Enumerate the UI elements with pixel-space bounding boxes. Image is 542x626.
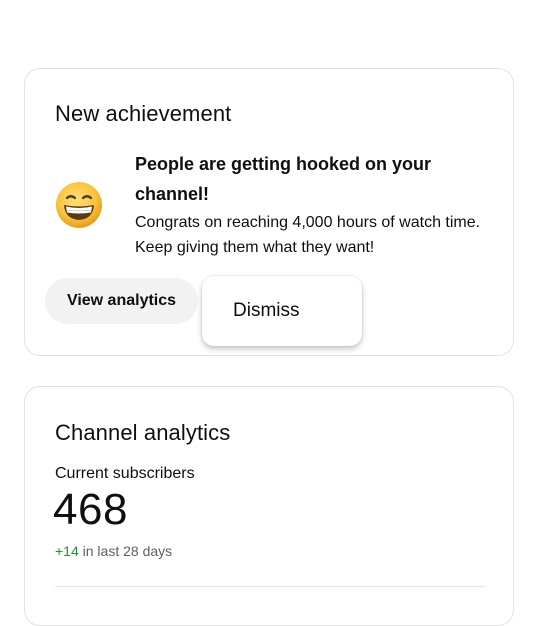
achievement-card: New achievement People are getting hooke… (24, 68, 514, 356)
view-analytics-button[interactable]: View analytics (45, 278, 198, 324)
achievement-card-title: New achievement (55, 101, 232, 126)
subscriber-change-period: in last 28 days (82, 543, 173, 559)
channel-analytics-card: Channel analytics Current subscribers 46… (24, 386, 514, 626)
grinning-face-icon (56, 182, 102, 228)
dismiss-menu-item[interactable]: Dismiss (202, 276, 362, 346)
current-subscribers-label: Current subscribers (55, 465, 195, 482)
channel-analytics-title: Channel analytics (55, 420, 231, 445)
subscriber-change-delta: +14 (55, 543, 79, 559)
subscriber-change: +14 in last 28 days (55, 543, 172, 559)
achievement-body: Congrats on reaching 4,000 hours of watc… (135, 214, 481, 256)
subscriber-count: 468 (53, 485, 128, 534)
divider (55, 586, 485, 587)
achievement-headline: People are getting hooked on your channe… (135, 154, 432, 204)
dismiss-menu: Dismiss (202, 276, 362, 346)
